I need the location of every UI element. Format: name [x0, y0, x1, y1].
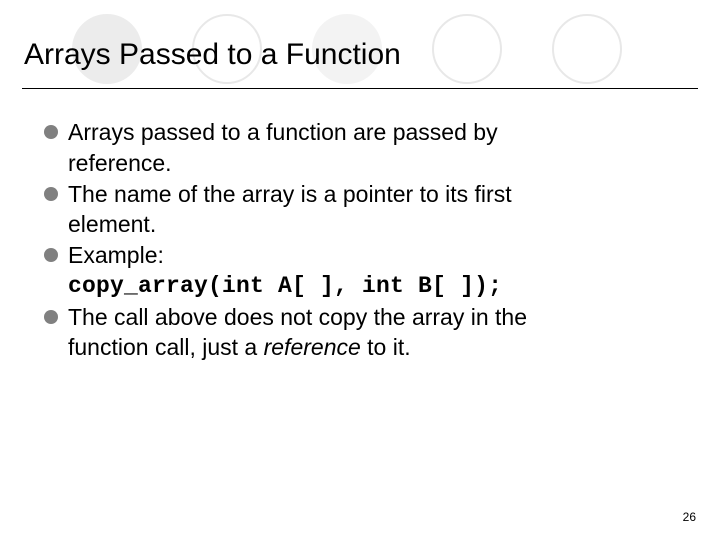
- text-fragment: function call, just a: [68, 334, 264, 360]
- bullet-item: Example:: [44, 241, 676, 270]
- bullet-item: Arrays passed to a function are passed b…: [44, 118, 676, 147]
- slide-title: Arrays Passed to a Function: [24, 38, 696, 72]
- bullet-continuation: function call, just a reference to it.: [68, 333, 676, 362]
- bullet-continuation: element.: [68, 210, 676, 239]
- bullet-text: The name of the array is a pointer to it…: [68, 180, 676, 209]
- bullet-icon: [44, 248, 58, 262]
- text-fragment: to it.: [361, 334, 411, 360]
- italic-text: reference: [264, 334, 361, 360]
- bullet-item: The call above does not copy the array i…: [44, 303, 676, 332]
- title-underline: [22, 88, 698, 89]
- bullet-icon: [44, 125, 58, 139]
- bullet-continuation: reference.: [68, 149, 676, 178]
- slide-body: Arrays passed to a function are passed b…: [44, 118, 676, 364]
- bullet-icon: [44, 187, 58, 201]
- bullet-text: Example:: [68, 241, 676, 270]
- bullet-item: The name of the array is a pointer to it…: [44, 180, 676, 209]
- page-number: 26: [683, 510, 696, 524]
- code-line: copy_array(int A[ ], int B[ ]);: [68, 272, 676, 301]
- bullet-icon: [44, 310, 58, 324]
- bullet-text: The call above does not copy the array i…: [68, 303, 676, 332]
- bullet-text: Arrays passed to a function are passed b…: [68, 118, 676, 147]
